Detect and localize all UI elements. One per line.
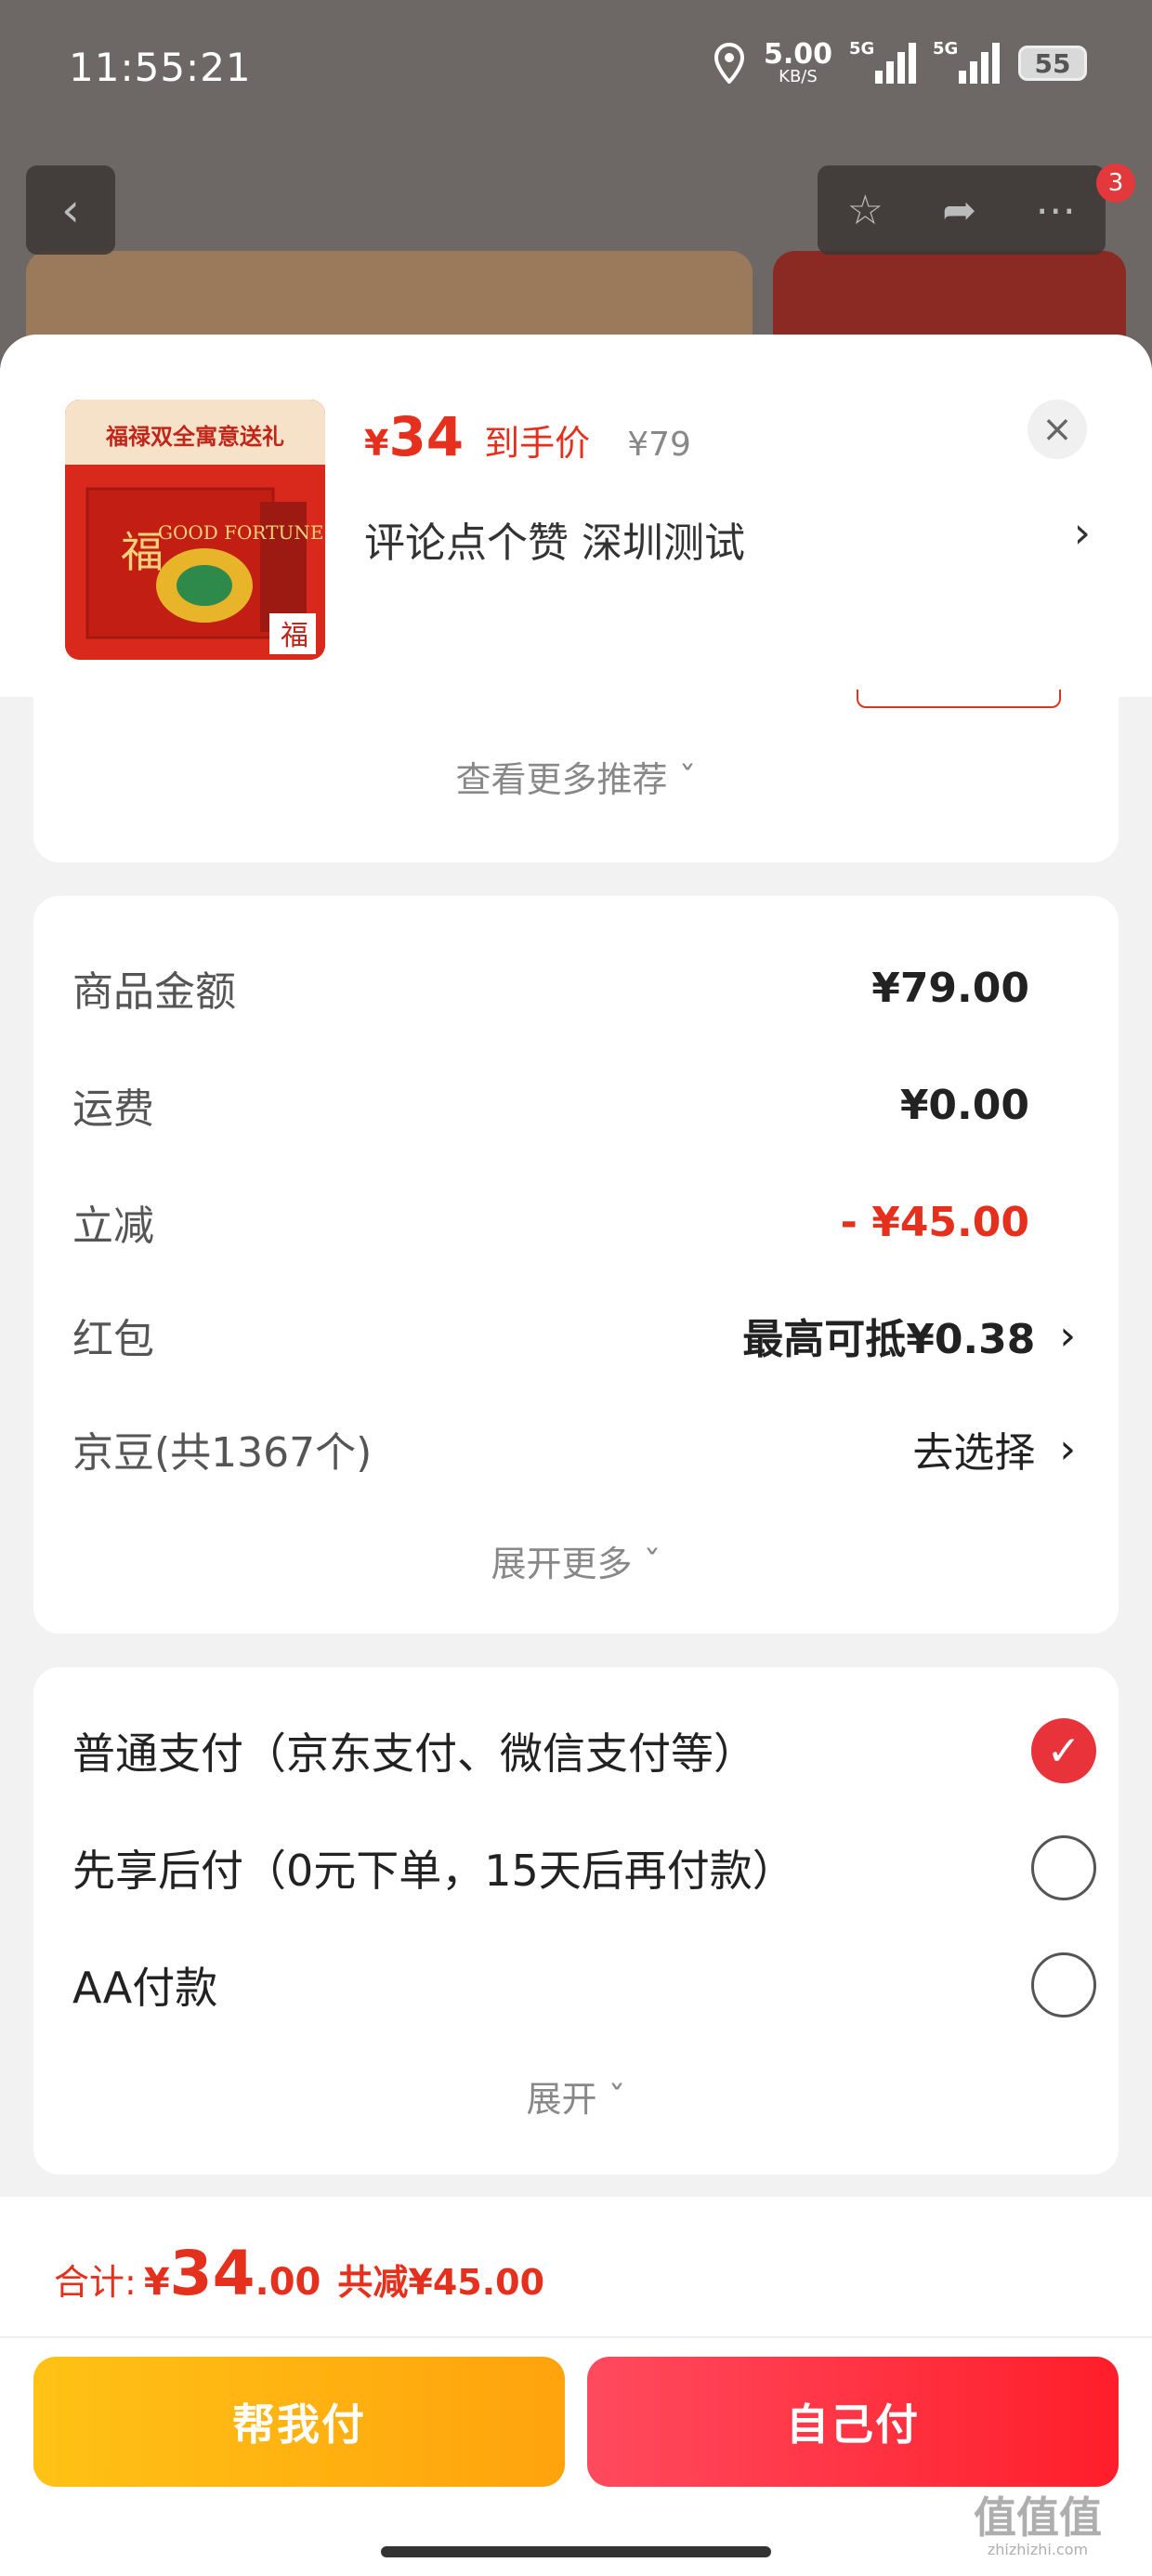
fee-value: ¥0.00 [899,1081,1029,1129]
total-label: 合计: [54,2262,137,2303]
fee-row-red-packet[interactable]: 红包 最高可抵¥0.38 › [72,1303,1076,1368]
expand-payment-link[interactable]: 展开 ˇ [33,2070,1119,2122]
watermark-text: 值值值 [974,2492,1102,2543]
expand-more-link[interactable]: 展开更多 ˇ [33,1535,1119,1586]
payment-option[interactable]: AA付款 [72,1948,1096,2022]
help-pay-button[interactable]: 帮我付 [33,2357,565,2487]
home-indicator[interactable] [381,2546,771,2557]
chevron-right-icon[interactable]: › [1074,507,1091,558]
share-icon[interactable]: ➦ [942,187,976,234]
signal-1-label: 5G [849,39,875,59]
fee-label: 红包 [72,1316,154,1363]
total-currency: ¥ [143,2261,170,2304]
fee-row-goods: 商品金额 ¥79.00 [72,955,1076,1020]
thumb-brand-text: GOOD FORTUNE [158,521,323,544]
back-button[interactable]: ‹ [26,165,115,255]
product-image: 福禄双全寓意送礼 福 GOOD FORTUNE 福 [65,400,325,660]
total-savings: 共减¥45.00 [337,2262,545,2303]
total-amount-int: 34 [169,2238,255,2309]
net-speed-value: 5.00 [763,38,832,71]
final-price-tag: 到手价 [484,423,591,464]
radio-unchecked[interactable] [1031,1835,1096,1900]
payment-option-label: AA付款 [72,1963,218,2013]
fee-link[interactable]: 去选择 › [912,1419,1076,1479]
payment-option[interactable]: 普通支付（京东支付、微信支付等） ✓ [72,1714,1096,1788]
price-row: ¥ 34 到手价 ¥79 [364,405,691,468]
original-price: ¥79 [627,426,691,464]
payment-option-label: 普通支付（京东支付、微信支付等） [72,1728,756,1779]
net-speed: 5.00 KB/S [764,41,832,85]
fee-label: 商品金额 [72,968,236,1016]
status-time: 11:55:21 [69,45,252,90]
thumb-banner-text: 福禄双全寓意送礼 [105,423,284,450]
fee-row-shipping: 运费 ¥0.00 [72,1072,1076,1137]
fee-value: ¥79.00 [871,964,1029,1012]
price-currency: ¥ [364,423,389,464]
radio-unchecked[interactable] [1031,1952,1096,2017]
total-summary: 合计: ¥ 34 .00 共减¥45.00 [54,2238,544,2309]
star-icon[interactable]: ☆ [847,187,884,234]
fee-value: 去选择 [912,1429,1036,1477]
variant-selector[interactable]: 评论点个赞 深圳测试 [364,509,745,569]
final-price: 34 [388,405,465,468]
fee-value: 最高可抵¥0.38 [742,1316,1036,1363]
close-button[interactable]: × [1028,400,1087,459]
total-amount-dec: .00 [255,2261,321,2304]
svg-text:福: 福 [281,620,308,652]
more-icon[interactable]: ⋯ [1035,187,1076,234]
fee-label: 京豆(共1367个) [72,1429,373,1477]
fee-label: 立减 [72,1203,154,1250]
close-icon: × [1041,408,1073,451]
product-thumbnail[interactable]: 福禄双全寓意送礼 福 GOOD FORTUNE 福 [65,400,325,660]
status-icons: 5.00 KB/S 5G 5G 55 [713,39,1087,85]
show-more-recommend-link[interactable]: 查看更多推荐 ˇ [33,751,1119,802]
cart-badge: 3 [1096,164,1135,203]
fee-row-jingdou[interactable]: 京豆(共1367个) 去选择 › [72,1416,1076,1481]
fee-link[interactable]: 最高可抵¥0.38 › [742,1306,1076,1365]
chevron-left-icon: ‹ [61,183,80,237]
watermark-sub: zhizhizhi.com [987,2541,1089,2558]
fee-summary-card: 商品金额 ¥79.00 运费 ¥0.00 立减 - ¥45.00 红包 最高可抵… [33,896,1119,1634]
chevron-right-icon: › [1059,1425,1076,1473]
watermark: 值值值 zhizhizhi.com [974,2496,1102,2557]
radio-checked[interactable]: ✓ [1031,1718,1096,1783]
top-action-bar: ☆ ➦ ⋯ [818,165,1106,255]
recommend-item-edge [857,690,1061,708]
recommend-card: 查看更多推荐 ˇ [33,690,1119,862]
chevron-right-icon: › [1059,1311,1076,1360]
signal-1-icon: 5G [849,39,916,84]
signal-2-label: 5G [933,39,959,59]
self-pay-button[interactable]: 自己付 [587,2357,1119,2487]
fee-label: 运费 [72,1085,154,1133]
fee-row-discount: 立减 - ¥45.00 [72,1189,1076,1255]
fee-value: - ¥45.00 [840,1198,1029,1246]
status-bar: 11:55:21 5.00 KB/S 5G 5G 55 [0,0,1152,139]
payment-method-card: 普通支付（京东支付、微信支付等） ✓ 先享后付（0元下单，15天后再付款） AA… [33,1667,1119,2175]
signal-2-icon: 5G [933,39,1000,84]
battery-icon: 55 [1018,46,1087,81]
location-icon [713,43,744,84]
payment-option-label: 先享后付（0元下单，15天后再付款） [72,1846,795,1896]
payment-option[interactable]: 先享后付（0元下单，15天后再付款） [72,1831,1096,1905]
divider [0,2336,1152,2338]
product-header: 福禄双全寓意送礼 福 GOOD FORTUNE 福 ¥ 34 到手价 ¥79 评… [0,335,1152,697]
net-speed-unit: KB/S [779,67,818,86]
